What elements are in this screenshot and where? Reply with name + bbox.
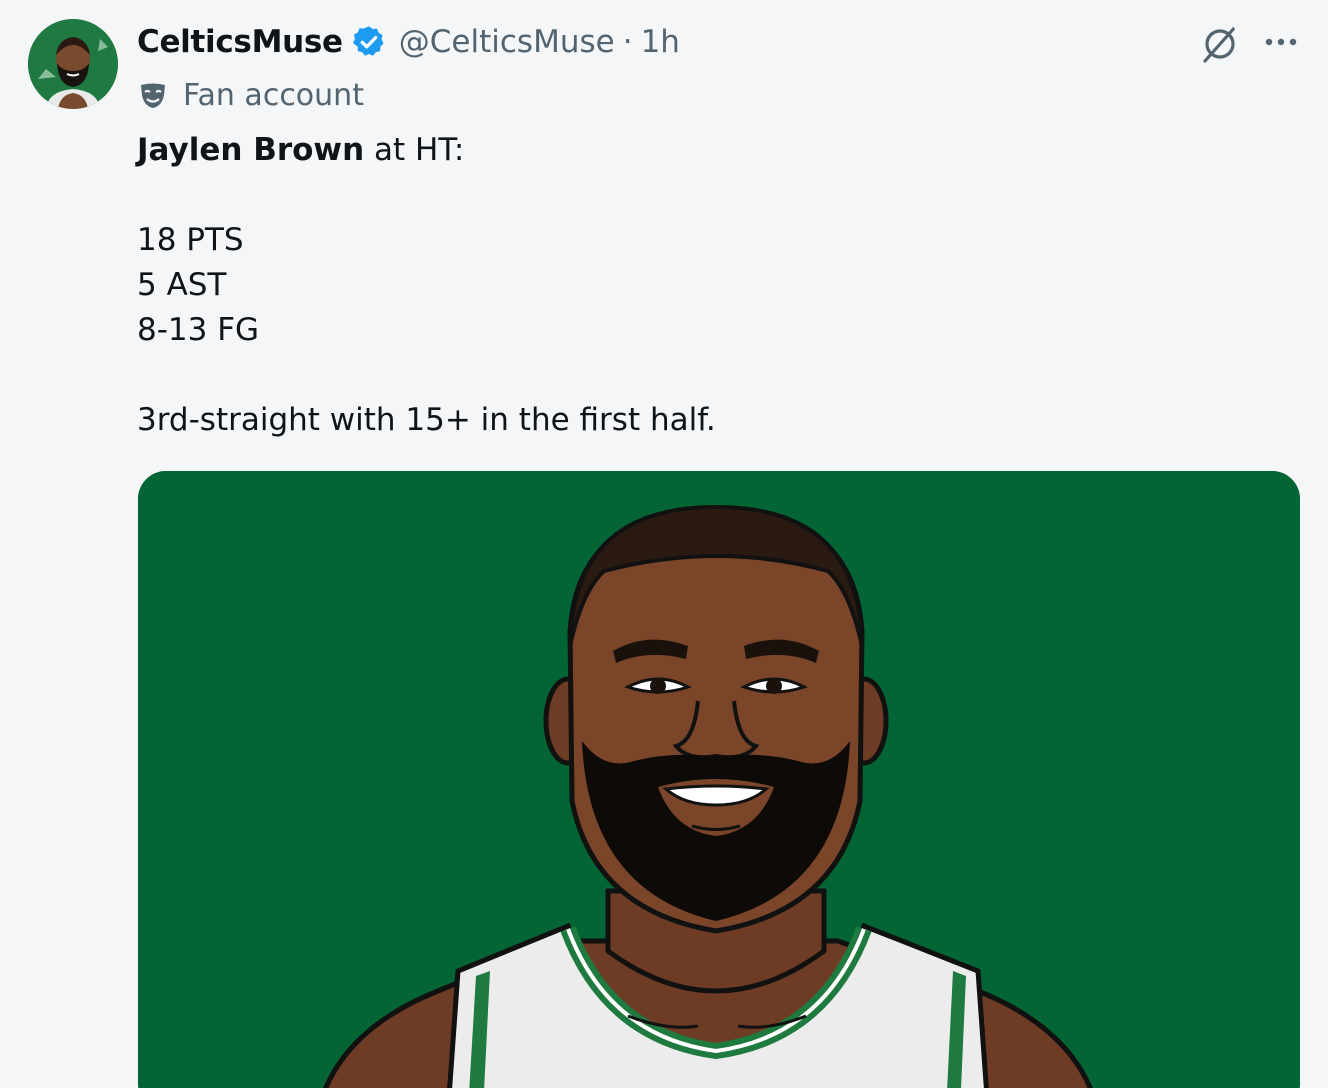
avatar[interactable] bbox=[28, 19, 118, 109]
account-label-row: Fan account bbox=[137, 75, 364, 115]
tweet-note: 3rd-straight with 15+ in the first half. bbox=[137, 402, 716, 438]
more-icon bbox=[1265, 38, 1297, 46]
tweet-header: CelticsMuse @CelticsMuse · 1h bbox=[137, 20, 680, 64]
display-name[interactable]: CelticsMuse bbox=[137, 24, 343, 60]
grok-button[interactable] bbox=[1196, 18, 1246, 68]
handle[interactable]: @CelticsMuse bbox=[399, 24, 615, 60]
stat-line: 18 PTS bbox=[137, 222, 244, 258]
grok-icon bbox=[1203, 22, 1240, 63]
tweet-headline: Jaylen Brown at HT: bbox=[137, 128, 464, 173]
stat-line: 5 AST bbox=[137, 267, 227, 303]
more-options-button[interactable] bbox=[1258, 24, 1304, 60]
fan-account-label: Fan account bbox=[183, 77, 364, 113]
verified-badge-icon[interactable] bbox=[351, 24, 387, 60]
separator-dot: · bbox=[622, 24, 633, 60]
illustrated-player-portrait bbox=[138, 471, 1300, 1088]
tweet-card: CelticsMuse @CelticsMuse · 1h Fan accoun… bbox=[0, 0, 1328, 1088]
timestamp[interactable]: 1h bbox=[641, 24, 680, 60]
player-name: Jaylen Brown bbox=[137, 132, 365, 168]
stat-line: 8-13 FG bbox=[137, 312, 260, 348]
theater-mask-icon bbox=[137, 79, 169, 111]
player-avatar-icon bbox=[28, 19, 118, 109]
headline-suffix: at HT: bbox=[364, 132, 465, 168]
tweet-media-image[interactable] bbox=[138, 471, 1300, 1088]
